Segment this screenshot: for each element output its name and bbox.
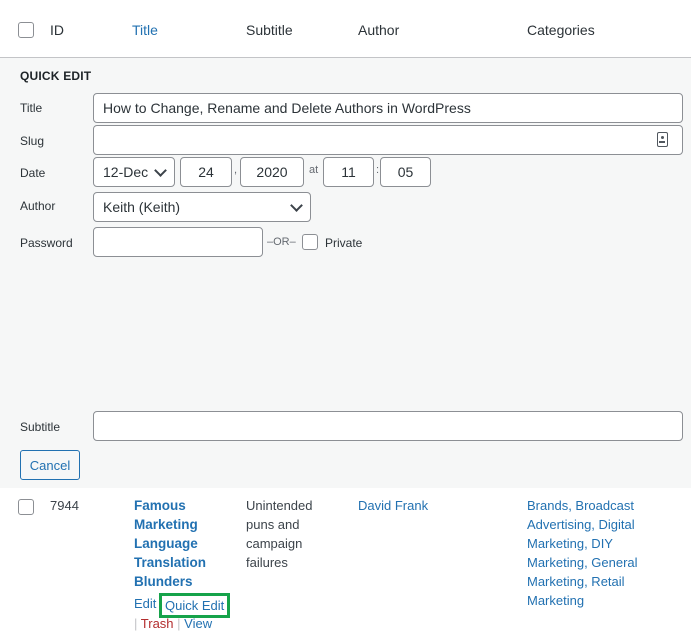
cancel-button[interactable]: Cancel — [20, 450, 80, 480]
column-header-author: Author — [358, 22, 400, 38]
quick-edit-link[interactable]: Quick Edit — [159, 593, 231, 618]
minute-input[interactable]: 05 — [380, 157, 431, 187]
at-text: at — [309, 164, 319, 176]
title-input[interactable]: How to Change, Rename and Delete Authors… — [93, 93, 683, 123]
row-actions-2: | Trash | View — [134, 616, 212, 631]
row-subtitle-line: Unintended — [246, 498, 313, 513]
row-title-line: Marketing — [134, 517, 198, 532]
slug-input[interactable] — [93, 125, 683, 155]
edit-link[interactable]: Edit — [134, 596, 156, 611]
month-value: 12-Dec — [103, 164, 149, 180]
action-separator: | — [177, 616, 181, 631]
subtitle-input[interactable] — [93, 411, 683, 441]
password-label: Password — [20, 236, 73, 250]
table-row: 7944 Famous Marketing Language Translati… — [0, 488, 691, 639]
category-link-line[interactable]: Marketing — [527, 591, 638, 610]
chevron-down-icon — [154, 164, 167, 177]
row-title-line: Translation — [134, 555, 207, 570]
row-subtitle-line: campaign — [246, 536, 303, 551]
select-all-checkbox[interactable] — [18, 22, 34, 38]
action-separator: | — [134, 616, 138, 631]
row-actions: Edit — [134, 596, 156, 611]
category-link-line[interactable]: Marketing, General — [527, 553, 638, 572]
or-text: –OR– — [267, 236, 296, 248]
subtitle-label: Subtitle — [20, 420, 61, 434]
column-header-title[interactable]: Title — [132, 22, 158, 38]
row-subtitle-line: failures — [246, 555, 288, 570]
quick-edit-panel: QUICK EDIT Title How to Change, Rename a… — [0, 58, 691, 488]
key-icon — [657, 132, 668, 147]
row-title-link[interactable]: Famous Marketing Language Translation Bl… — [134, 496, 206, 591]
private-label: Private — [325, 236, 363, 250]
private-checkbox[interactable] — [302, 234, 318, 250]
category-link-line[interactable]: Marketing, DIY — [527, 534, 638, 553]
view-link[interactable]: View — [184, 616, 212, 631]
hour-input[interactable]: 11 — [323, 157, 374, 187]
row-author-link[interactable]: David Frank — [358, 496, 428, 515]
slug-label: Slug — [20, 134, 45, 148]
day-input[interactable]: 24 — [180, 157, 232, 187]
row-categories: Brands, Broadcast Advertising, Digital M… — [527, 496, 638, 610]
category-link-line[interactable]: Marketing, Retail — [527, 572, 638, 591]
author-label: Author — [20, 199, 56, 213]
row-title-line: Language — [134, 536, 198, 551]
chevron-down-icon — [290, 199, 303, 212]
category-link-line[interactable]: Advertising, Digital — [527, 515, 638, 534]
author-value: Keith (Keith) — [103, 199, 181, 215]
row-subtitle: Unintended puns and campaign failures — [246, 496, 313, 572]
time-colon: : — [376, 164, 380, 176]
year-input[interactable]: 2020 — [240, 157, 304, 187]
row-title-line: Blunders — [134, 574, 193, 589]
month-select[interactable]: 12-Dec — [93, 157, 175, 187]
table-header: ID Title Subtitle Author Categories — [0, 0, 691, 58]
column-header-id: ID — [50, 22, 64, 38]
trash-link[interactable]: Trash — [141, 616, 174, 631]
author-select[interactable]: Keith (Keith) — [93, 192, 311, 222]
row-title-line: Famous — [134, 498, 186, 513]
row-checkbox[interactable] — [18, 499, 34, 515]
date-comma: , — [234, 164, 238, 176]
category-link-line[interactable]: Brands, Broadcast — [527, 496, 638, 515]
quick-edit-heading: QUICK EDIT — [20, 69, 92, 83]
row-subtitle-line: puns and — [246, 517, 300, 532]
column-header-categories: Categories — [527, 22, 595, 38]
date-label: Date — [20, 166, 46, 180]
row-id: 7944 — [50, 498, 79, 513]
column-header-subtitle: Subtitle — [246, 22, 293, 38]
title-label: Title — [20, 101, 43, 115]
password-input[interactable] — [93, 227, 263, 257]
